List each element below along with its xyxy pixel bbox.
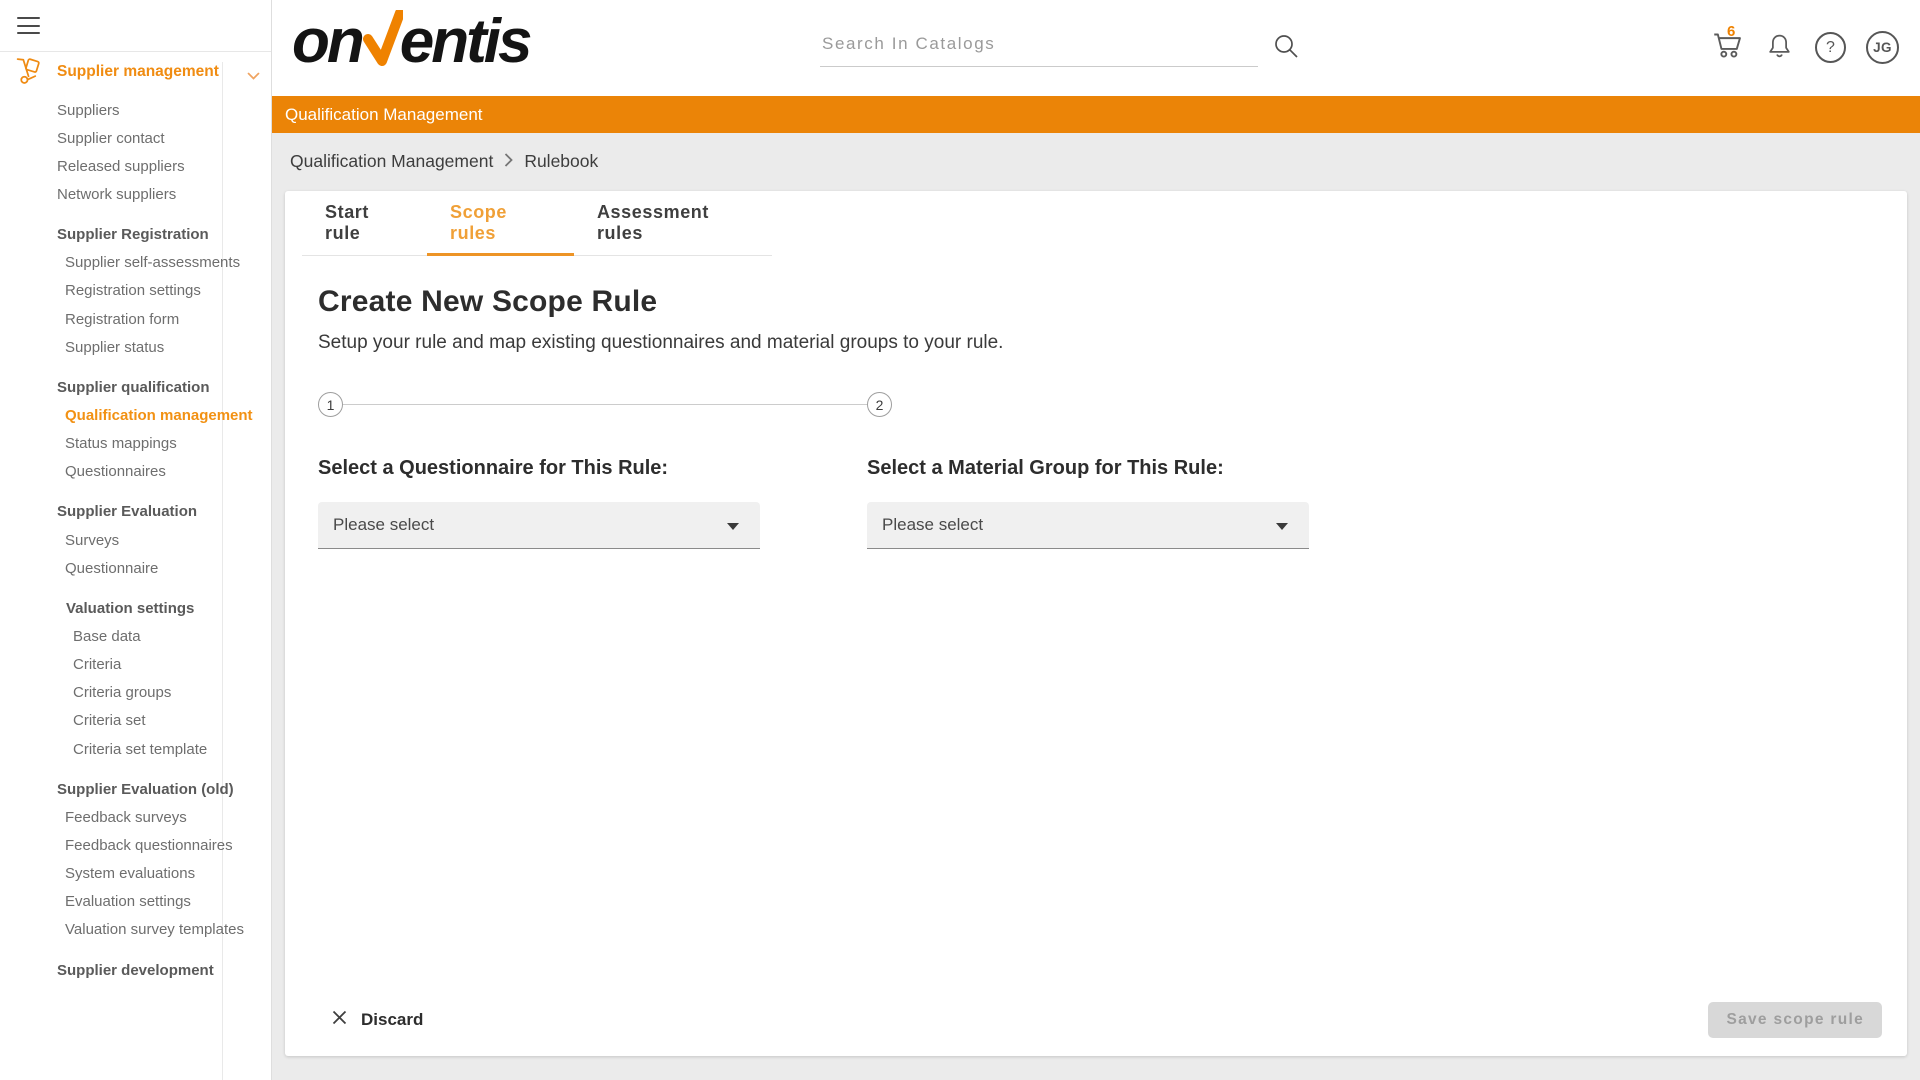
sidebar-item-evaluation-settings[interactable]: Evaluation settings [0, 888, 270, 916]
page-description: Setup your rule and map existing questio… [318, 332, 1907, 354]
discard-label: Discard [361, 1010, 423, 1030]
sidebar: Supplier management Suppliers Supplier c… [0, 0, 272, 1080]
sidebar-section-supplier-development: Supplier development [0, 956, 270, 984]
logo-checkmark-icon [363, 10, 403, 84]
discard-button[interactable]: Discard [332, 1010, 423, 1030]
step-1-indicator: 1 [318, 392, 343, 417]
save-scope-rule-button[interactable]: Save scope rule [1708, 1002, 1882, 1038]
dropdown-caret-icon [1276, 523, 1288, 530]
tab-assessment-rules[interactable]: Assessment rules [574, 191, 772, 255]
sidebar-item-criteria-set-template[interactable]: Criteria set template [0, 735, 270, 763]
sidebar-section-valuation-settings: Valuation settings [0, 594, 270, 622]
catalog-search [820, 24, 1258, 67]
hand-truck-icon [13, 56, 43, 89]
avatar-initials: JG [1873, 40, 1892, 55]
questionnaire-select-value: Please select [333, 515, 434, 535]
chevron-down-icon [247, 68, 260, 86]
scope-rule-card: Start rule Scope rules Assessment rules … [285, 191, 1907, 1056]
breadcrumb: Qualification Management Rulebook [290, 151, 598, 172]
main-content: Qualification Management Rulebook Start … [272, 133, 1920, 1080]
help-button[interactable]: ? [1815, 32, 1846, 63]
card-footer: Discard Save scope rule [332, 1000, 1882, 1040]
logo-text-prefix: on [292, 6, 362, 78]
sidebar-item-base-data[interactable]: Base data [0, 622, 270, 650]
sidebar-item-network-suppliers[interactable]: Network suppliers [0, 180, 270, 208]
wizard-stepper: 1 2 [318, 392, 892, 417]
material-group-select-value: Please select [882, 515, 983, 535]
sidebar-item-valuation-survey-templates[interactable]: Valuation survey templates [0, 916, 270, 944]
sidebar-item-feedback-questionnaires[interactable]: Feedback questionnaires [0, 831, 270, 859]
avatar-circle: JG [1866, 31, 1899, 64]
notifications-button[interactable] [1764, 31, 1795, 67]
menu-icon[interactable] [17, 17, 40, 34]
sidebar-item-suppliers[interactable]: Suppliers [0, 96, 270, 124]
material-group-select[interactable]: Please select [867, 502, 1309, 549]
close-icon [332, 1010, 347, 1030]
sidebar-section-supplier-evaluation: Supplier Evaluation [0, 498, 270, 526]
help-icon: ? [1815, 32, 1846, 63]
questionnaire-column: Select a Questionnaire for This Rule: Pl… [318, 457, 760, 549]
sidebar-item-criteria[interactable]: Criteria [0, 651, 270, 679]
stepper-connector [343, 404, 867, 405]
logo-text-suffix: entis [400, 6, 530, 78]
sidebar-item-criteria-set[interactable]: Criteria set [0, 707, 270, 735]
onventis-logo[interactable]: on entis [292, 6, 529, 84]
sidebar-item-supplier-management[interactable]: Supplier management [0, 52, 271, 92]
tab-bar: Start rule Scope rules Assessment rules [302, 191, 772, 256]
sidebar-item-supplier-status[interactable]: Supplier status [0, 333, 270, 361]
sidebar-item-supplier-self-assessments[interactable]: Supplier self-assessments [0, 249, 270, 277]
sidebar-section-supplier-registration: Supplier Registration [0, 221, 270, 249]
sidebar-item-qualification-management[interactable]: Qualification management [0, 401, 270, 429]
step-2-indicator: 2 [867, 392, 892, 417]
sidebar-item-released-suppliers[interactable]: Released suppliers [0, 152, 270, 180]
page-title: Create New Scope Rule [318, 285, 1907, 319]
sidebar-item-supplier-contact[interactable]: Supplier contact [0, 124, 270, 152]
sidebar-item-registration-settings[interactable]: Registration settings [0, 277, 270, 305]
cart-button[interactable]: 6 [1710, 27, 1748, 67]
sidebar-item-label: Supplier management [57, 63, 219, 81]
breadcrumb-qualification-management[interactable]: Qualification Management [290, 151, 493, 172]
module-banner: Qualification Management [272, 96, 1920, 133]
top-bar: on entis 6 [272, 0, 1920, 96]
questionnaire-label: Select a Questionnaire for This Rule: [318, 457, 760, 480]
module-banner-title: Qualification Management [285, 105, 483, 125]
material-group-label: Select a Material Group for This Rule: [867, 457, 1309, 480]
sidebar-item-criteria-groups[interactable]: Criteria groups [0, 679, 270, 707]
search-icon[interactable] [1272, 32, 1300, 65]
sidebar-section-supplier-qualification: Supplier qualification [0, 373, 270, 401]
sidebar-item-status-mappings[interactable]: Status mappings [0, 430, 270, 458]
sidebar-item-registration-form[interactable]: Registration form [0, 305, 270, 333]
material-group-column: Select a Material Group for This Rule: P… [867, 457, 1309, 549]
search-input[interactable] [820, 24, 1258, 67]
sidebar-item-questionnaire[interactable]: Questionnaire [0, 554, 270, 582]
breadcrumb-rulebook[interactable]: Rulebook [524, 151, 598, 172]
sidebar-item-system-evaluations[interactable]: System evaluations [0, 860, 270, 888]
tab-scope-rules[interactable]: Scope rules [427, 191, 574, 255]
dropdown-caret-icon [727, 523, 739, 530]
scope-rule-form: Create New Scope Rule Setup your rule an… [285, 285, 1907, 549]
sidebar-section-supplier-evaluation-old: Supplier Evaluation (old) [0, 775, 270, 803]
selection-row: Select a Questionnaire for This Rule: Pl… [318, 457, 1907, 549]
help-glyph: ? [1826, 39, 1835, 57]
sidebar-item-surveys[interactable]: Surveys [0, 526, 270, 554]
questionnaire-select[interactable]: Please select [318, 502, 760, 549]
cart-count-badge: 6 [1727, 23, 1735, 40]
tab-start-rule[interactable]: Start rule [302, 191, 427, 255]
user-avatar[interactable]: JG [1866, 31, 1899, 64]
breadcrumb-separator-icon [504, 151, 513, 172]
sidebar-nav: Suppliers Supplier contact Released supp… [0, 92, 270, 984]
sidebar-item-feedback-surveys[interactable]: Feedback surveys [0, 803, 270, 831]
sidebar-item-questionnaires[interactable]: Questionnaires [0, 458, 270, 486]
